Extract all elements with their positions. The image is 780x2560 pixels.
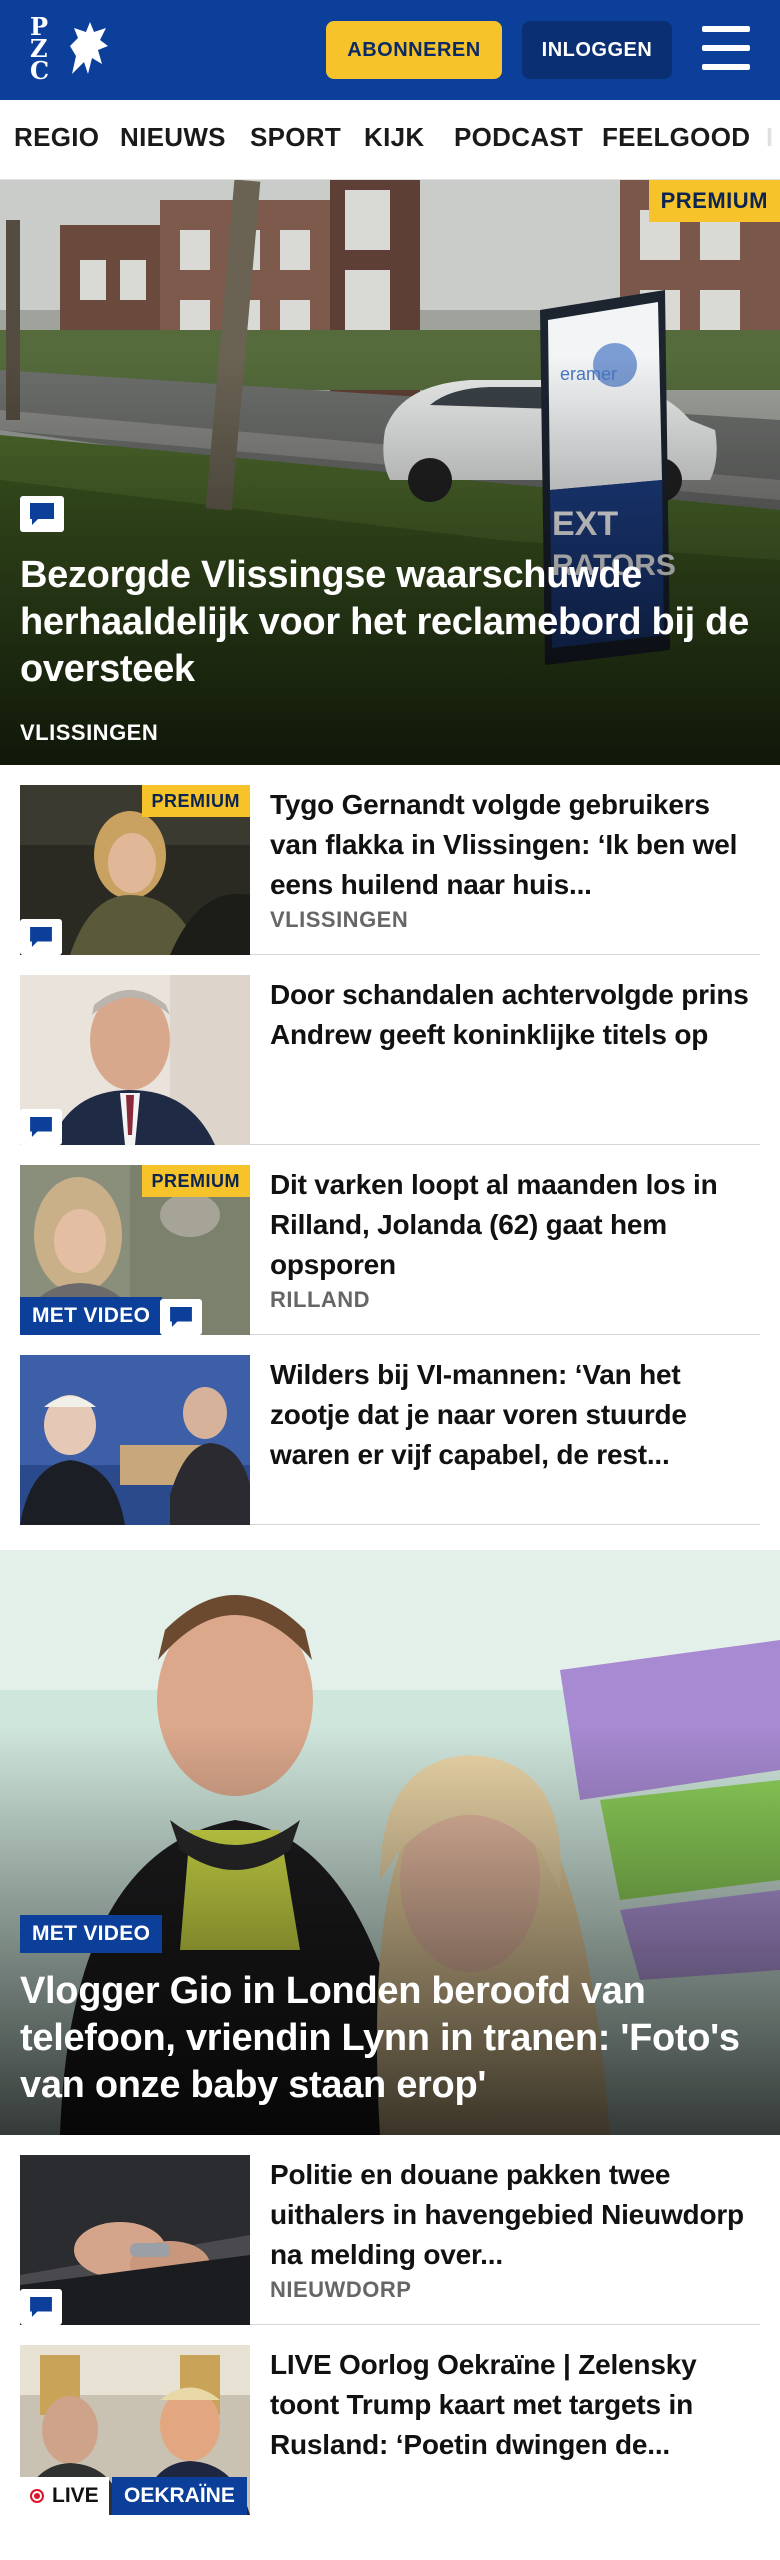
list-item[interactable]: Politie en douane pakken twee uithalers … — [20, 2135, 760, 2325]
nav-item-regio[interactable]: REGIO — [14, 122, 99, 153]
nav-fade — [750, 100, 780, 179]
article-headline[interactable]: Wilders bij VI-mannen: ‘Van het zootje d… — [270, 1355, 760, 1475]
live-dot-icon — [30, 2489, 44, 2503]
lion-crest-icon — [70, 22, 108, 74]
article-thumbnail — [20, 1355, 250, 1525]
nav-item-kijk[interactable]: KIJK — [364, 122, 424, 153]
hero-headline[interactable]: Vlogger Gio in Londen beroofd van telefo… — [20, 1968, 760, 2109]
hamburger-menu-icon[interactable] — [698, 24, 752, 74]
article-headline[interactable]: LIVE Oorlog Oekraïne | Zelensky toont Tr… — [270, 2345, 760, 2465]
comment-icon — [160, 1299, 202, 1335]
video-badge: MET VIDEO — [20, 1915, 163, 1953]
live-label: LIVE — [52, 2484, 99, 2507]
hero-location: VLISSINGEN — [20, 720, 159, 745]
live-badge: LIVE — [20, 2477, 109, 2515]
comment-icon — [20, 919, 62, 955]
article-location: VLISSINGEN — [270, 907, 409, 932]
comment-icon — [20, 2289, 62, 2325]
article-location: RILLAND — [270, 1287, 371, 1312]
article-thumbnail: PREMIUM MET VIDEO — [20, 1165, 250, 1335]
comment-icon — [20, 1109, 62, 1145]
article-thumbnail — [20, 975, 250, 1145]
hero-article-vlogger[interactable]: MET VIDEO Vlogger Gio in Londen beroofd … — [0, 1550, 780, 2135]
article-thumbnail: LIVE OEKRAÏNE — [20, 2345, 250, 2515]
premium-badge: PREMIUM — [141, 1165, 250, 1197]
premium-badge: PREMIUM — [141, 785, 250, 817]
article-thumbnail: PREMIUM — [20, 785, 250, 955]
section-nav: REGIO NIEUWS SPORT KIJK PODCAST FEELGOOD… — [0, 100, 780, 180]
comment-icon — [20, 496, 64, 532]
article-headline[interactable]: Dit varken loopt al maanden los in Rilla… — [270, 1165, 760, 1285]
list-item[interactable]: PREMIUM Tygo Gernandt volgde gebruikers … — [20, 765, 760, 955]
video-badge: MET VIDEO — [20, 1297, 163, 1335]
article-headline[interactable]: Door schandalen achtervolgde prins Andre… — [270, 975, 760, 1055]
list-item[interactable]: LIVE OEKRAÏNE LIVE Oorlog Oekraïne | Zel… — [20, 2325, 760, 2515]
article-headline[interactable]: Tygo Gernandt volgde gebruikers van flak… — [270, 785, 760, 905]
article-location: NIEUWDORP — [270, 2277, 412, 2302]
nav-item-sport[interactable]: SPORT — [250, 122, 341, 153]
nav-item-feelgood[interactable]: FEELGOOD — [602, 122, 750, 153]
hero-headline[interactable]: Bezorgde Vlissingse waarschuwde herhaald… — [20, 552, 760, 693]
list-item[interactable]: Door schandalen achtervolgde prins Andre… — [20, 955, 760, 1145]
login-button[interactable]: INLOGGEN — [522, 21, 672, 79]
nav-item-podcast[interactable]: PODCAST — [454, 122, 583, 153]
article-headline[interactable]: Politie en douane pakken twee uithalers … — [270, 2155, 760, 2275]
article-thumbnail — [20, 2155, 250, 2325]
nav-item-nieuws[interactable]: NIEUWS — [120, 122, 226, 153]
site-header: PZC ABONNEREN INLOGGEN — [0, 0, 780, 100]
hero-article-billboard[interactable]: eramer EXT RATORS PREMIUM Bezorgde Vliss… — [0, 180, 780, 765]
pzc-logo[interactable]: PZC — [24, 10, 120, 90]
thumbnail-photo-parliament — [20, 1355, 250, 1525]
subscribe-button[interactable]: ABONNEREN — [326, 21, 502, 79]
region-badge: OEKRAÏNE — [112, 2477, 247, 2515]
premium-badge: PREMIUM — [648, 180, 780, 222]
list-item[interactable]: Wilders bij VI-mannen: ‘Van het zootje d… — [20, 1335, 760, 1525]
list-item[interactable]: PREMIUM MET VIDEO Dit varken loopt al ma… — [20, 1145, 760, 1335]
